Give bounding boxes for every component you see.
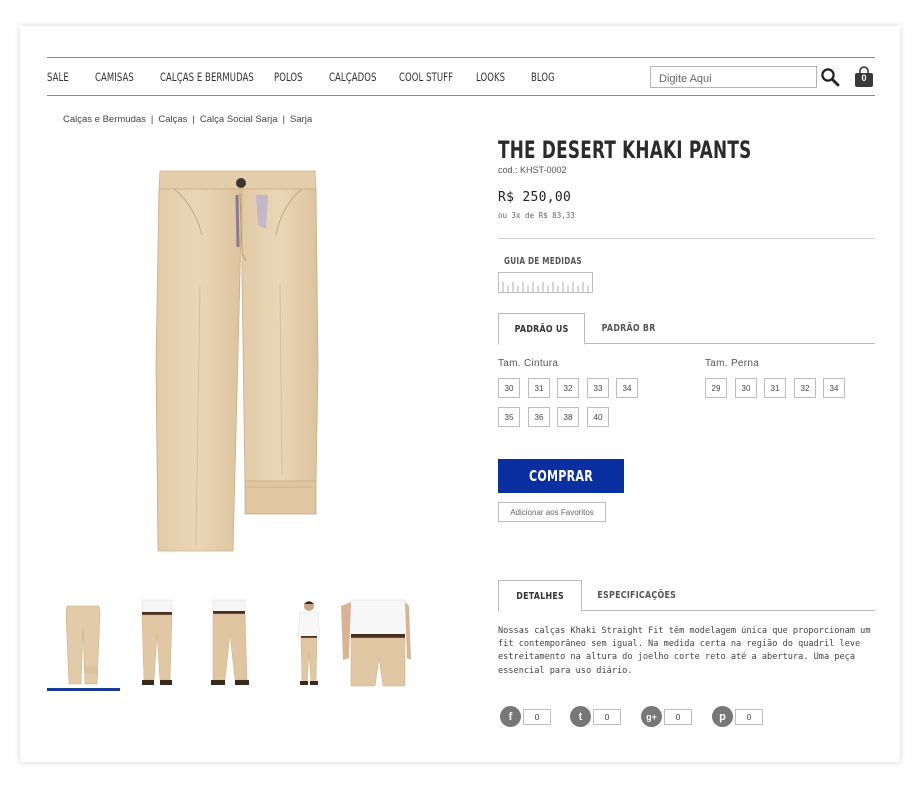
share-count: 0 bbox=[735, 708, 763, 725]
tab-label: DETALHES bbox=[516, 590, 564, 602]
nav-item-sale[interactable]: SALE bbox=[47, 70, 69, 84]
waist-size-option[interactable]: 40 bbox=[587, 407, 609, 427]
breadcrumb-item[interactable]: Sarja bbox=[290, 114, 312, 125]
nav-item-polos[interactable]: POLOS bbox=[274, 70, 303, 84]
add-to-favorites-button[interactable]: Adicionar aos Favoritos bbox=[498, 502, 606, 522]
waist-size-label: Tam. Cintura bbox=[498, 358, 559, 369]
waist-size-option[interactable]: 33 bbox=[587, 378, 609, 398]
installments-text: ou 3x de R$ 83,33 bbox=[498, 211, 575, 220]
breadcrumb-item[interactable]: Calças e Bermudas bbox=[63, 114, 146, 125]
nav-item-camisas[interactable]: CAMISAS bbox=[95, 70, 134, 84]
share-count: 0 bbox=[523, 708, 551, 725]
breadcrumb-separator: | bbox=[150, 114, 154, 125]
nav-item-blog[interactable]: BLOG bbox=[531, 70, 555, 84]
facebook-icon: f bbox=[500, 706, 521, 727]
breadcrumb-item[interactable]: Calça Social Sarja bbox=[200, 114, 278, 125]
leg-size-option[interactable]: 32 bbox=[794, 378, 816, 398]
nav-item-cool-stuff[interactable]: COOL STUFF bbox=[399, 70, 453, 84]
waist-size-option[interactable]: 30 bbox=[498, 378, 520, 398]
nav-bottom-divider bbox=[47, 95, 875, 96]
product-description: Nossas calças Khaki Straight Fit têm mod… bbox=[498, 626, 871, 676]
google-plus-icon: g+ bbox=[641, 706, 662, 727]
waist-size-option[interactable]: 38 bbox=[557, 407, 579, 427]
search-box bbox=[650, 66, 817, 89]
waist-size-option[interactable]: 32 bbox=[557, 378, 579, 398]
buy-button-label: COMPRAR bbox=[529, 467, 593, 485]
tab-label: PADRÃO US bbox=[514, 323, 569, 335]
product-title: THE DESERT KHAKI PANTS bbox=[498, 136, 752, 164]
thumb-model-back[interactable] bbox=[193, 598, 266, 688]
product-info-tabs: DETALHES ESPECIFICAÇÕES bbox=[498, 580, 875, 612]
search-icon[interactable] bbox=[820, 67, 840, 87]
thumb-pants-flat[interactable] bbox=[47, 598, 120, 688]
share-count: 0 bbox=[593, 708, 621, 725]
thumb-model-front[interactable] bbox=[120, 598, 193, 688]
leg-size-option[interactable]: 29 bbox=[705, 378, 727, 398]
leg-size-option[interactable]: 34 bbox=[823, 378, 845, 398]
waist-size-option[interactable]: 34 bbox=[616, 378, 638, 398]
breadcrumb-separator: | bbox=[282, 114, 285, 125]
product-main-image[interactable] bbox=[150, 165, 325, 555]
twitter-icon: t bbox=[570, 706, 591, 727]
product-price: R$ 250,00 bbox=[498, 190, 572, 205]
waist-size-option[interactable]: 36 bbox=[528, 407, 550, 427]
tab-padrao-us[interactable]: PADRÃO US bbox=[498, 313, 585, 345]
breadcrumb-separator: | bbox=[192, 114, 195, 125]
ruler-icon[interactable] bbox=[498, 272, 593, 293]
share-google-plus[interactable]: g+ 0 bbox=[641, 706, 692, 727]
nav-item-calcados[interactable]: CALÇADOS bbox=[329, 70, 376, 84]
nav-top-divider bbox=[47, 57, 875, 58]
size-guide-label[interactable]: GUIA DE MEDIDAS bbox=[504, 256, 582, 267]
buy-button[interactable]: COMPRAR bbox=[498, 459, 624, 493]
price-divider bbox=[498, 238, 875, 239]
share-facebook[interactable]: f 0 bbox=[500, 706, 551, 727]
thumbnail-strip bbox=[47, 598, 412, 688]
tab-detalhes[interactable]: DETALHES bbox=[498, 580, 582, 612]
share-twitter[interactable]: t 0 bbox=[570, 706, 621, 727]
leg-size-option[interactable]: 30 bbox=[735, 378, 757, 398]
size-standard-tabs: PADRÃO US PADRÃO BR bbox=[498, 313, 875, 345]
breadcrumb-item[interactable]: Calças bbox=[158, 114, 187, 125]
waist-size-option[interactable]: 31 bbox=[528, 378, 550, 398]
cart-count: 0 bbox=[861, 73, 867, 83]
tab-padrao-br[interactable]: PADRÃO BR bbox=[588, 313, 670, 344]
pinterest-icon: p bbox=[712, 706, 733, 727]
tab-label: ESPECIFICAÇÕES bbox=[597, 590, 677, 601]
nav-item-calcas-bermudas[interactable]: CALÇAS E BERMUDAS bbox=[160, 70, 254, 84]
breadcrumb: Calças e Bermudas | Calças | Calça Socia… bbox=[63, 114, 312, 125]
thumbnail-active-indicator bbox=[47, 688, 120, 691]
waist-size-option[interactable]: 35 bbox=[498, 407, 520, 427]
share-pinterest[interactable]: p 0 bbox=[712, 706, 763, 727]
nav-item-looks[interactable]: LOOKS bbox=[476, 70, 505, 84]
share-count: 0 bbox=[664, 708, 692, 725]
leg-size-label: Tam. Perna bbox=[705, 358, 760, 369]
tab-especificacoes[interactable]: ESPECIFICAÇÕES bbox=[584, 580, 690, 611]
product-code: cod.: KHST-0002 bbox=[498, 165, 567, 175]
thumb-model-closeup[interactable] bbox=[339, 598, 412, 688]
search-input[interactable] bbox=[651, 69, 816, 89]
leg-size-option[interactable]: 31 bbox=[764, 378, 786, 398]
tab-label: PADRÃO BR bbox=[602, 323, 656, 334]
thumb-model-full[interactable] bbox=[266, 598, 339, 688]
